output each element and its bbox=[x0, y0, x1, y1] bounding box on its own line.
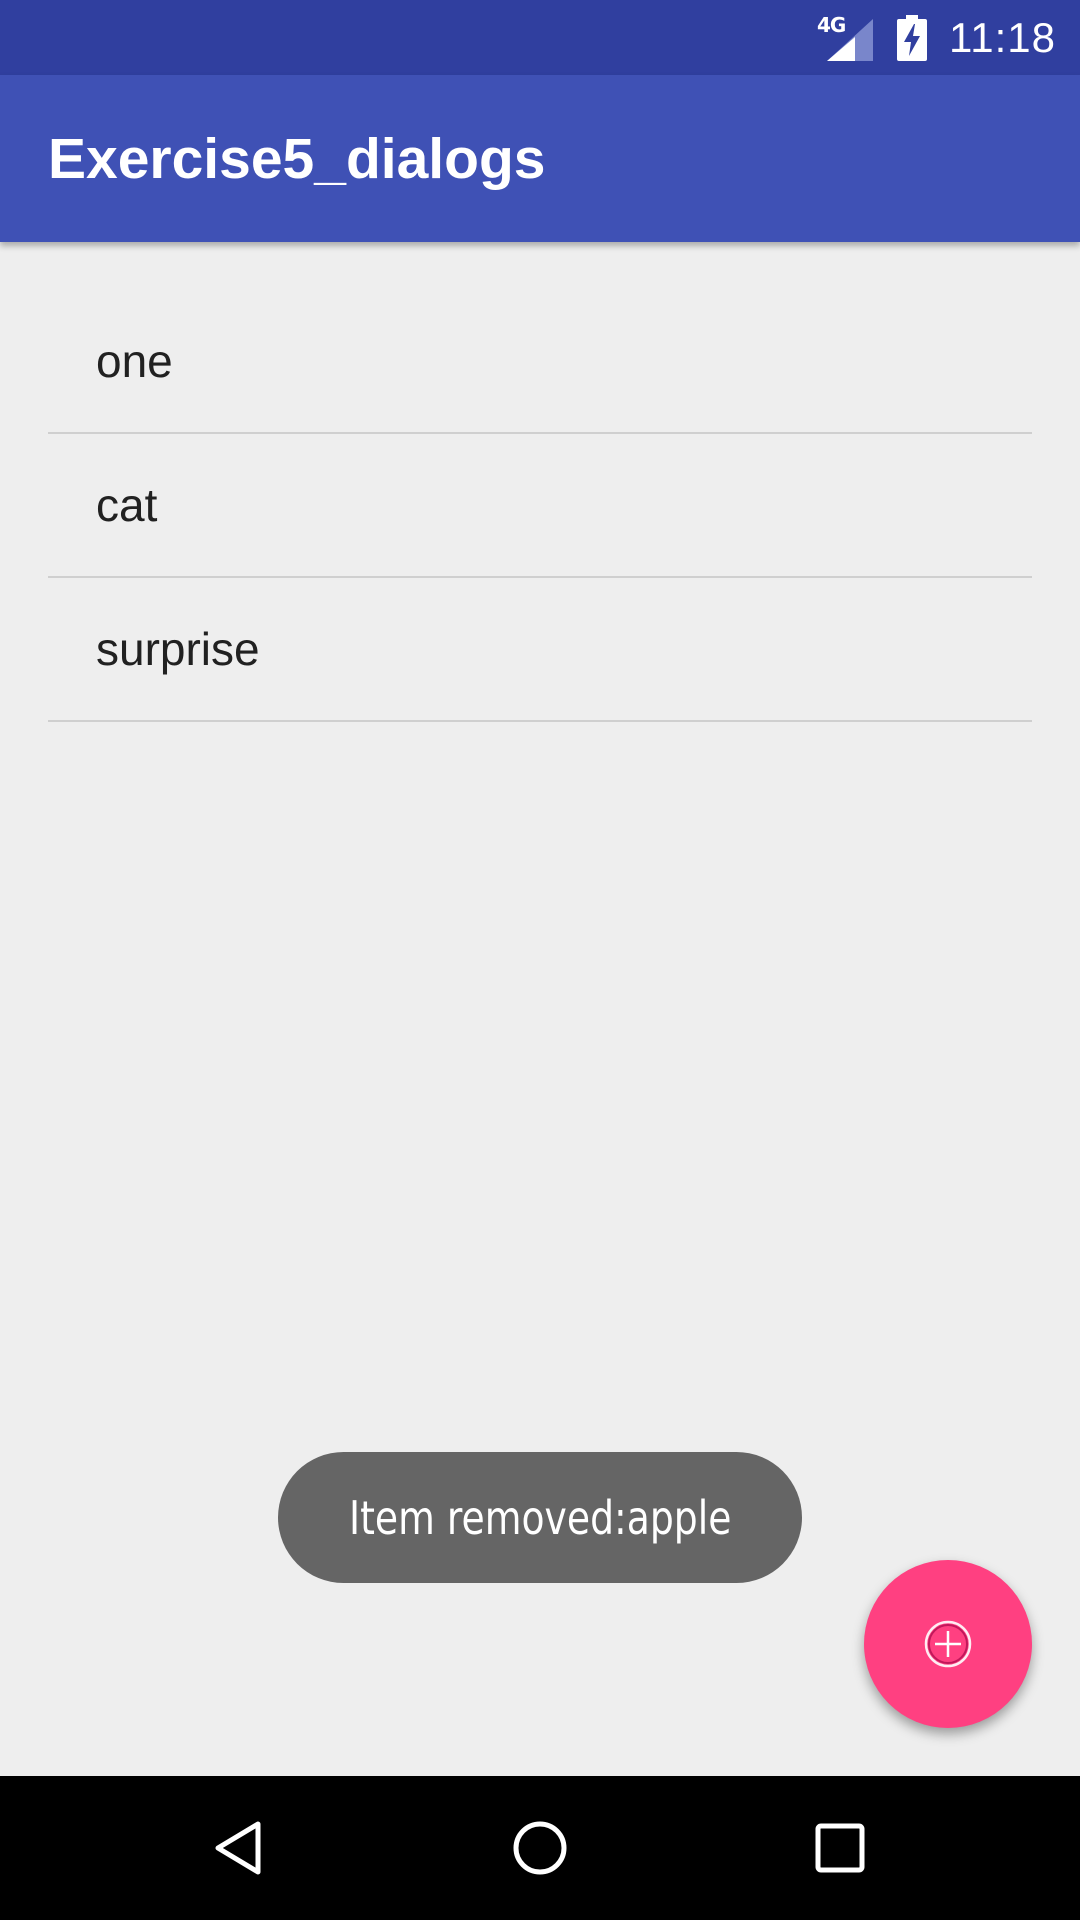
battery-charging-icon bbox=[897, 14, 927, 61]
screen: 4G 11:18 Exercise5_dialogs one cat surpr… bbox=[0, 0, 1080, 1920]
status-bar: 4G 11:18 bbox=[0, 0, 1080, 75]
list-item[interactable]: cat bbox=[48, 434, 1032, 578]
status-icons: 4G 11:18 bbox=[817, 0, 1056, 75]
item-list: one cat surprise bbox=[48, 290, 1032, 722]
list-item-label: one bbox=[96, 335, 173, 387]
signal-icon bbox=[827, 18, 873, 61]
list-item[interactable]: surprise bbox=[48, 578, 1032, 722]
app-title: Exercise5_dialogs bbox=[48, 126, 546, 191]
clock: 11:18 bbox=[949, 13, 1056, 61]
list-item-label: surprise bbox=[96, 623, 260, 675]
app-bar: Exercise5_dialogs bbox=[0, 75, 1080, 242]
recents-icon bbox=[815, 1823, 865, 1873]
add-circle-icon bbox=[924, 1620, 972, 1668]
add-button[interactable] bbox=[864, 1560, 1032, 1728]
toast: Item removed:apple bbox=[278, 1452, 802, 1583]
home-icon bbox=[513, 1821, 567, 1875]
toast-message: Item removed:apple bbox=[348, 1490, 732, 1545]
list-item-label: cat bbox=[96, 479, 158, 531]
list-item[interactable]: one bbox=[48, 290, 1032, 434]
back-button[interactable] bbox=[165, 1776, 315, 1920]
navigation-bar bbox=[0, 1776, 1080, 1920]
recents-button[interactable] bbox=[765, 1776, 915, 1920]
network-indicator: 4G bbox=[817, 13, 873, 61]
home-button[interactable] bbox=[465, 1776, 615, 1920]
back-icon bbox=[215, 1821, 261, 1875]
